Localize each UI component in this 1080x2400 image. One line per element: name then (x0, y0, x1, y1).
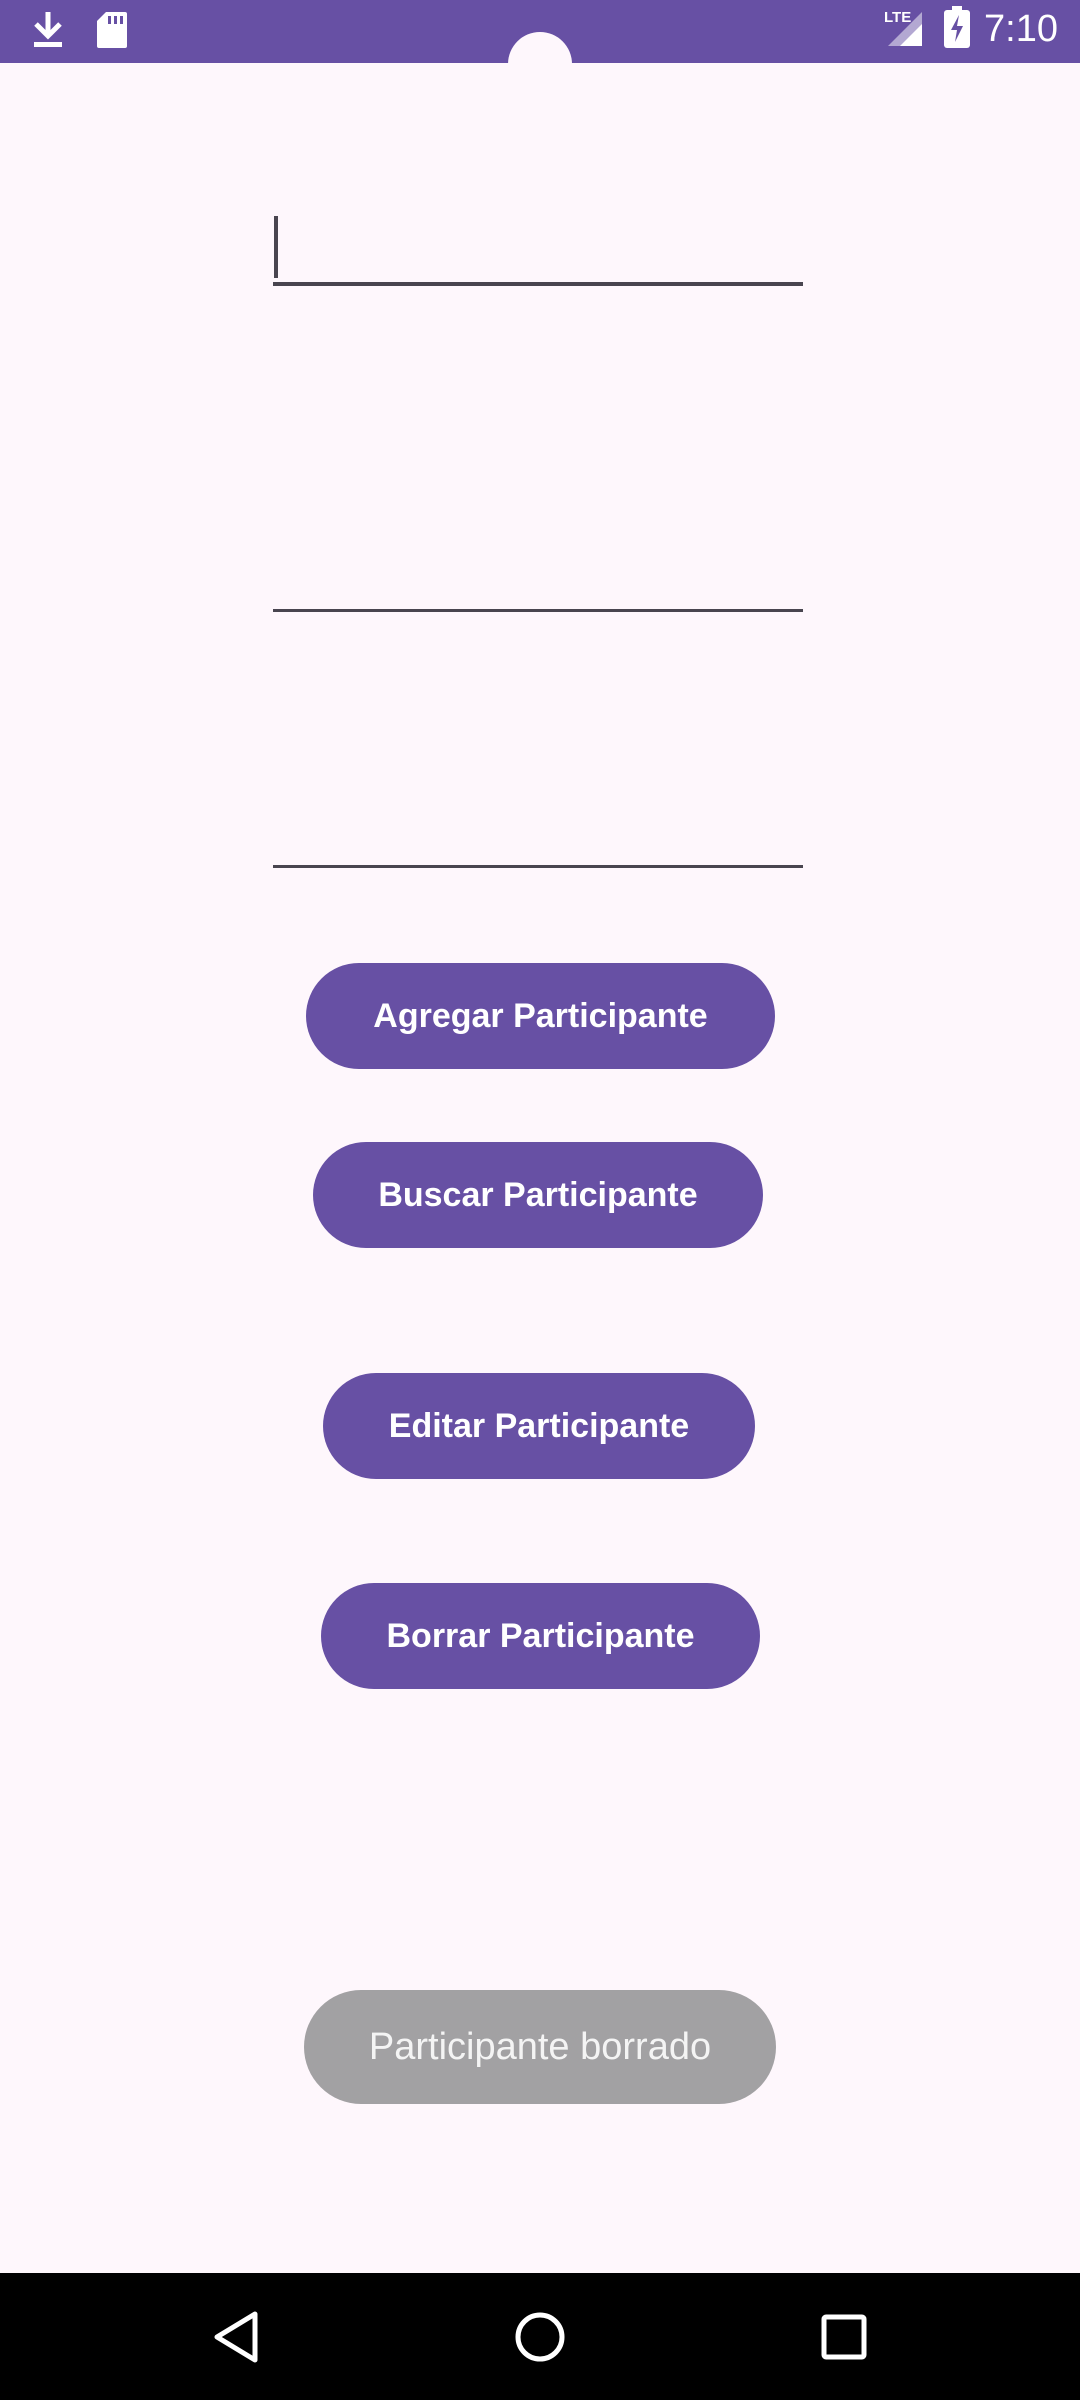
status-clock: 7:10 (984, 8, 1058, 50)
status-left-icons (30, 10, 128, 55)
download-icon (30, 10, 66, 55)
app-screen: LTE 7:10 Agregar Participante Buscar Par… (0, 0, 1080, 2400)
system-nav-bar (0, 2273, 1080, 2400)
participant-field-1[interactable] (273, 226, 803, 286)
agregar-participante-button[interactable]: Agregar Participante (306, 963, 775, 1069)
text-cursor (274, 216, 278, 278)
camera-cutout (508, 32, 572, 96)
recents-icon[interactable] (774, 2273, 914, 2400)
status-right-icons: LTE 7:10 (882, 6, 1058, 53)
editar-participante-button[interactable]: Editar Participante (323, 1373, 755, 1479)
back-icon[interactable] (166, 2273, 306, 2400)
network-label: LTE (884, 9, 911, 26)
buscar-participante-button[interactable]: Buscar Participante (313, 1142, 763, 1248)
signal-icon: LTE (882, 6, 930, 53)
status-bar: LTE 7:10 (0, 0, 1080, 96)
battery-charging-icon (944, 6, 971, 53)
participant-field-3[interactable] (273, 808, 803, 868)
toast-message: Participante borrado (304, 1990, 776, 2104)
borrar-participante-button[interactable]: Borrar Participante (321, 1583, 760, 1689)
participant-field-2[interactable] (273, 552, 803, 612)
home-icon[interactable] (470, 2273, 610, 2400)
sd-card-icon (96, 11, 128, 54)
